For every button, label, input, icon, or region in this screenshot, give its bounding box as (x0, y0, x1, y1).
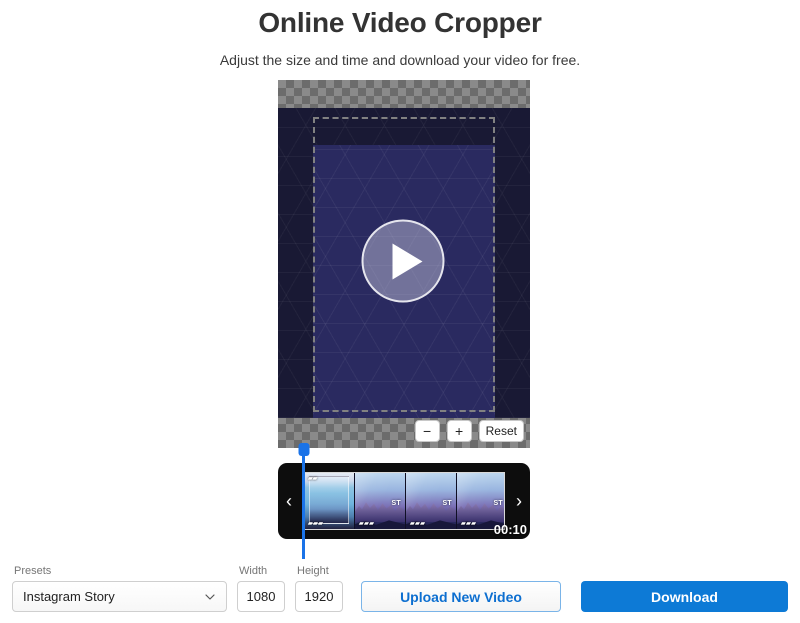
frame-thumbnail[interactable]: ST ▰▰▰ (355, 473, 406, 529)
play-button[interactable] (361, 219, 445, 303)
width-input[interactable]: 1080 (237, 581, 285, 612)
zoom-in-button[interactable]: + (446, 420, 472, 442)
play-icon (392, 243, 422, 279)
width-field: Width 1080 (237, 565, 285, 612)
presets-label: Presets (14, 565, 52, 577)
thumbnail-badge: ST (493, 500, 503, 507)
height-field: Height 1920 (295, 565, 343, 612)
stage-zoom-controls[interactable]: − + Reset (414, 420, 524, 442)
thumbnail-badge: ST (442, 500, 452, 507)
playhead[interactable] (298, 443, 309, 559)
presets-selected-value: Instagram Story (23, 589, 115, 604)
thumbnail-bottom-mark: ▰▰▰ (308, 521, 324, 527)
scroll-right-chevron-icon[interactable]: › (516, 492, 522, 510)
timeline-strip[interactable]: ‹ › ▰▰ ▰▰▰ ST ▰▰▰ ST ▰▰▰ ST ▰▰▰ 00:10 (278, 463, 530, 539)
thumbnail-bottom-mark: ▰▰▰ (461, 521, 477, 527)
frame-thumbnail[interactable]: ▰▰ ▰▰▰ (304, 473, 355, 529)
scroll-left-chevron-icon[interactable]: ‹ (286, 492, 292, 510)
page-title: Online Video Cropper (258, 7, 542, 38)
frame-thumbnail[interactable]: ST ▰▰▰ (406, 473, 457, 529)
frame-thumbnail-list[interactable]: ▰▰ ▰▰▰ ST ▰▰▰ ST ▰▰▰ ST ▰▰▰ (303, 472, 505, 530)
upload-new-video-button[interactable]: Upload New Video (361, 581, 561, 612)
zoom-out-button[interactable]: − (414, 420, 440, 442)
duration-label: 00:10 (493, 522, 527, 537)
height-label: Height (297, 565, 329, 577)
thumbnail-bottom-mark: ▰▰▰ (410, 521, 426, 527)
thumbnail-bottom-mark: ▰▰▰ (359, 521, 375, 527)
page-subtitle: Adjust the size and time and download yo… (219, 52, 581, 68)
thumbnail-badge: ST (391, 500, 401, 507)
frame-thumbnail[interactable]: ST ▰▰▰ (457, 473, 504, 529)
width-label: Width (239, 565, 268, 577)
playhead-handle[interactable] (298, 443, 309, 456)
page-header: Online Video Cropper Adjust the size and… (0, 0, 800, 69)
presets-field: Presets Instagram Story (12, 565, 227, 612)
chevron-down-icon (205, 593, 215, 600)
presets-select[interactable]: Instagram Story (12, 581, 227, 612)
thumbnail-top-mark: ▰▰ (308, 476, 318, 482)
timeline[interactable]: ‹ › ▰▰ ▰▰▰ ST ▰▰▰ ST ▰▰▰ ST ▰▰▰ 00:10 (278, 443, 530, 559)
thumbnail-inner (309, 476, 349, 524)
download-button[interactable]: Download (581, 581, 788, 612)
bottom-toolbar: Presets Instagram Story Width 1080 Heigh… (0, 560, 800, 623)
reset-button[interactable]: Reset (478, 420, 524, 442)
height-input[interactable]: 1920 (295, 581, 343, 612)
